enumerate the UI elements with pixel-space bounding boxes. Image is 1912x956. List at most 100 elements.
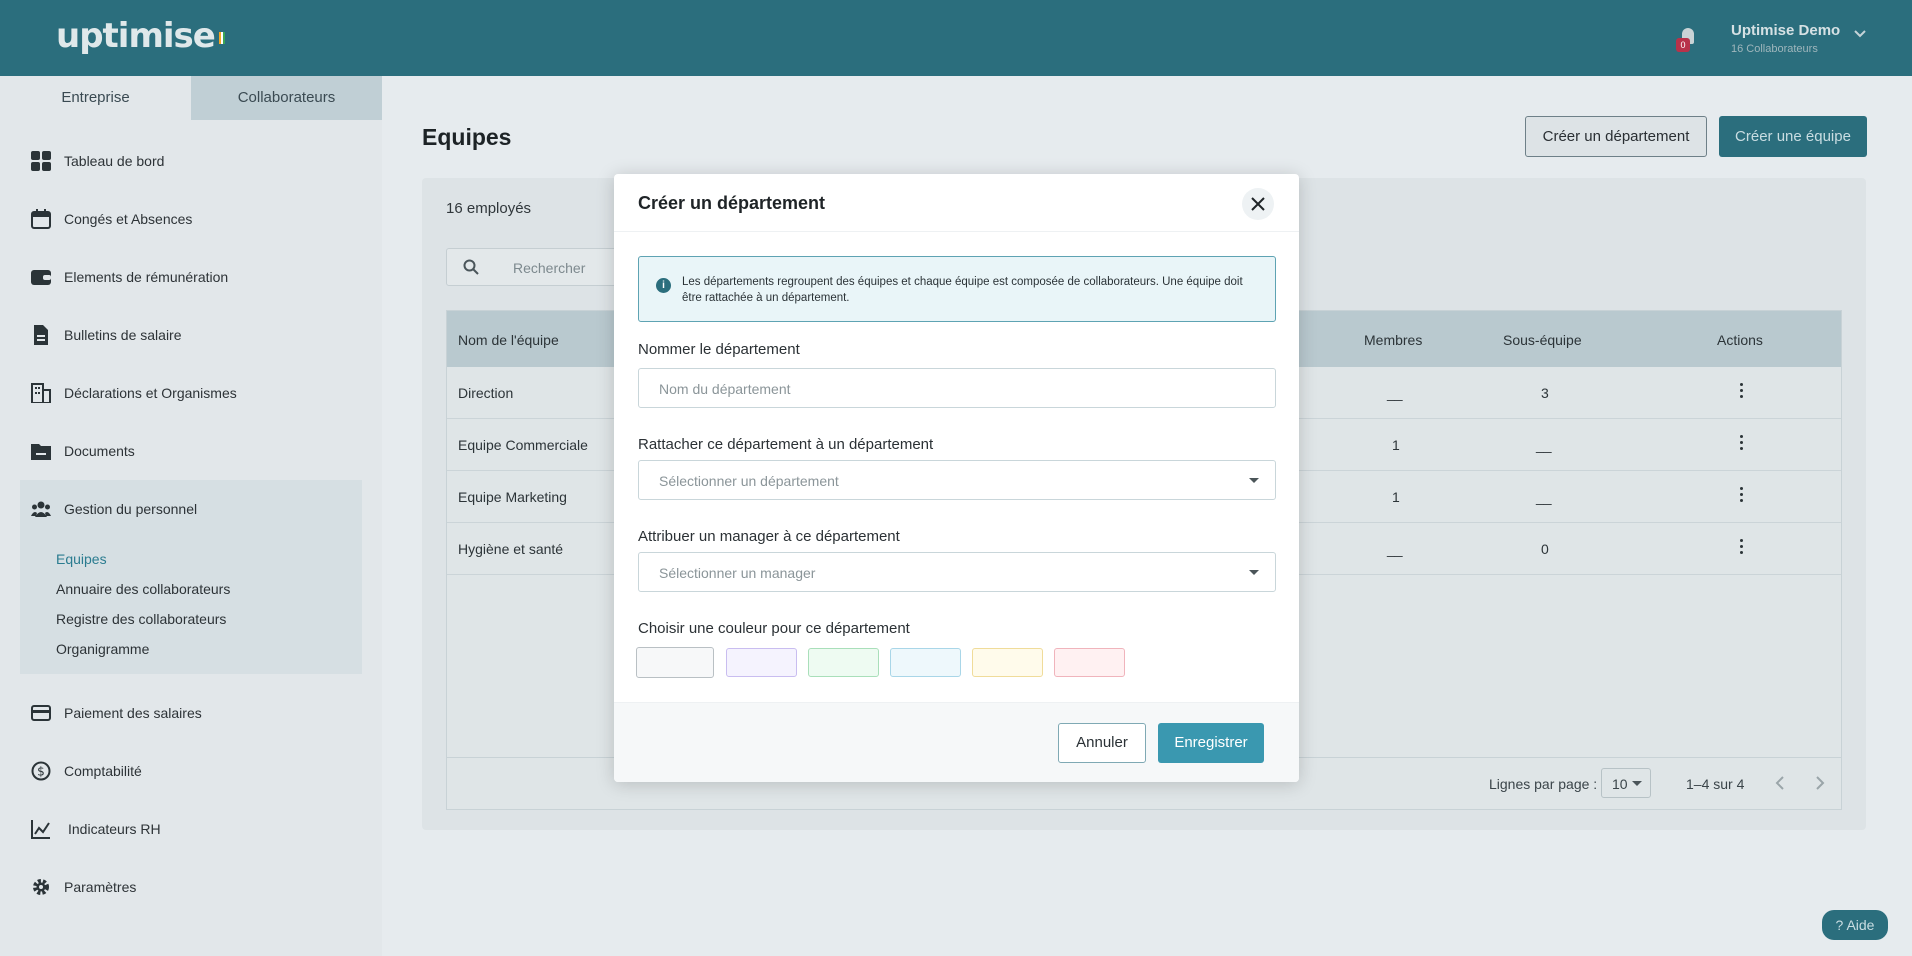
sidebar-item-label: Congés et Absences — [64, 211, 193, 227]
manager-select[interactable]: Sélectionner un manager — [638, 552, 1276, 592]
close-icon — [1251, 197, 1265, 211]
help-button[interactable]: ? Aide — [1822, 910, 1888, 940]
rows-per-page-value: 10 — [1612, 776, 1628, 792]
sidebar-item-conges[interactable]: Congés et Absences — [0, 190, 382, 248]
cancel-button[interactable]: Annuler — [1058, 723, 1146, 763]
user-menu[interactable]: Uptimise Demo 16 Collaborateurs — [1731, 22, 1840, 55]
create-department-button[interactable]: Créer un département — [1525, 116, 1707, 157]
wallet-icon — [31, 270, 51, 285]
chart-icon — [31, 820, 50, 839]
pagination-range: 1–4 sur 4 — [1686, 776, 1745, 792]
row-actions-icon[interactable] — [1740, 487, 1744, 503]
info-text: Les départements regroupent des équipes … — [682, 276, 1243, 304]
col-actions: Actions — [1717, 332, 1763, 348]
color-swatch[interactable] — [636, 647, 714, 678]
sidebar-item-label: Déclarations et Organismes — [64, 385, 237, 401]
svg-text:$: $ — [37, 765, 45, 779]
page-title: Equipes — [422, 124, 512, 150]
row-actions-icon[interactable] — [1740, 435, 1744, 451]
close-button[interactable] — [1242, 188, 1274, 220]
calendar-icon — [31, 209, 51, 229]
dashboard-icon — [31, 151, 51, 171]
modal-footer: Annuler Enregistrer — [614, 702, 1299, 782]
sidebar-item-declarations[interactable]: Déclarations et Organismes — [0, 364, 382, 422]
info-icon: i — [656, 278, 671, 293]
cell-name: Direction — [458, 385, 514, 401]
building-icon — [31, 383, 51, 403]
sidebar-item-comptabilite[interactable]: $ Comptabilité — [0, 742, 382, 800]
col-name[interactable]: Nom de l'équipe — [458, 332, 559, 348]
color-swatch[interactable] — [972, 648, 1043, 677]
chevron-right-icon[interactable] — [1815, 776, 1825, 790]
sidebar-item-tableau-de-bord[interactable]: Tableau de bord — [0, 132, 382, 190]
modal-title: Créer un département — [638, 193, 826, 213]
sidebar-item-label: Tableau de bord — [64, 153, 165, 169]
row-actions-icon[interactable] — [1740, 539, 1744, 555]
sidebar-item-label: Elements de rémunération — [64, 269, 229, 285]
name-label: Nommer le département — [638, 341, 800, 358]
top-bar: uptimise 0 Uptimise Demo 16 Collaborateu… — [0, 0, 1912, 76]
rows-per-page-select[interactable]: 10 — [1601, 768, 1651, 798]
save-button[interactable]: Enregistrer — [1158, 723, 1264, 763]
sidebar-item-remuneration[interactable]: Elements de rémunération — [0, 248, 382, 306]
sidebar-item-documents[interactable]: Documents — [0, 422, 382, 480]
cell-members: __ — [1387, 385, 1403, 401]
department-name-placeholder: Nom du département — [659, 381, 791, 397]
caret-down-icon — [1249, 478, 1259, 483]
color-swatch[interactable] — [808, 648, 879, 677]
people-icon — [31, 501, 51, 517]
sidebar-item-label: Bulletins de salaire — [64, 327, 182, 343]
employee-count: 16 employés — [446, 200, 532, 217]
department-name-input[interactable]: Nom du département — [638, 368, 1276, 408]
color-swatch[interactable] — [1054, 648, 1125, 677]
folder-icon — [31, 444, 51, 460]
sidebar-item-label: Gestion du personnel — [64, 501, 198, 517]
cell-members: 1 — [1392, 437, 1400, 453]
create-department-modal: Créer un département i Les départements … — [614, 174, 1299, 782]
sidebar-subitem-organigramme[interactable]: Organigramme — [20, 634, 362, 664]
create-team-button[interactable]: Créer une équipe — [1719, 116, 1867, 157]
sidebar-item-label: Paiement des salaires — [64, 705, 202, 721]
sidebar-tabs: Entreprise Collaborateurs — [0, 76, 382, 120]
chevron-left-icon[interactable] — [1775, 776, 1785, 790]
rows-per-page-label: Lignes par page : — [1489, 776, 1598, 792]
caret-down-icon — [1632, 781, 1642, 786]
tab-collaborateurs[interactable]: Collaborateurs — [191, 76, 382, 120]
parent-department-select[interactable]: Sélectionner un département — [638, 460, 1276, 500]
sidebar-item-label: Paramètres — [64, 879, 137, 895]
logo[interactable]: uptimise — [56, 16, 225, 56]
help-label: Aide — [1846, 917, 1875, 933]
sidebar-item-paiement[interactable]: Paiement des salaires — [0, 684, 382, 742]
sidebar-subitem-annuaire[interactable]: Annuaire des collaborateurs — [20, 574, 362, 604]
notification-bell-icon[interactable]: 0 — [1676, 26, 1698, 52]
tab-entreprise[interactable]: Entreprise — [0, 76, 191, 120]
help-icon: ? — [1835, 917, 1844, 933]
parent-label: Rattacher ce département à un départemen… — [638, 436, 934, 453]
sidebar-submenu: Equipes Annuaire des collaborateurs Regi… — [20, 538, 362, 674]
caret-down-icon — [1249, 570, 1259, 575]
cell-subteam: 3 — [1541, 385, 1549, 401]
gear-icon — [33, 879, 49, 895]
sidebar-item-gestion-personnel[interactable]: Gestion du personnel — [20, 480, 362, 538]
color-swatch[interactable] — [890, 648, 961, 677]
color-swatch[interactable] — [726, 648, 797, 677]
sidebar-item-bulletins[interactable]: Bulletins de salaire — [0, 306, 382, 364]
sidebar-item-indicateurs[interactable]: Indicateurs RH — [0, 800, 382, 858]
cell-name: Equipe Commerciale — [458, 437, 588, 453]
cell-subteam: 0 — [1541, 541, 1549, 557]
flag-icon — [218, 31, 225, 44]
col-subteam[interactable]: Sous-équipe — [1503, 332, 1582, 348]
chevron-down-icon[interactable] — [1854, 28, 1866, 40]
info-banner: i Les départements regroupent des équipe… — [638, 256, 1276, 322]
sidebar-item-label: Comptabilité — [64, 763, 142, 779]
sidebar-subitem-registre[interactable]: Registre des collaborateurs — [20, 604, 362, 634]
sidebar-item-parametres[interactable]: Paramètres — [0, 858, 382, 916]
col-members[interactable]: Membres — [1364, 332, 1422, 348]
sidebar: Entreprise Collaborateurs Tableau de bor… — [0, 76, 382, 956]
sidebar-subitem-equipes[interactable]: Equipes — [20, 544, 362, 574]
row-actions-icon[interactable] — [1740, 383, 1744, 399]
cell-name: Equipe Marketing — [458, 489, 567, 505]
card-icon — [31, 705, 51, 721]
modal-header: Créer un département — [614, 174, 1299, 232]
dollar-icon: $ — [31, 761, 51, 781]
